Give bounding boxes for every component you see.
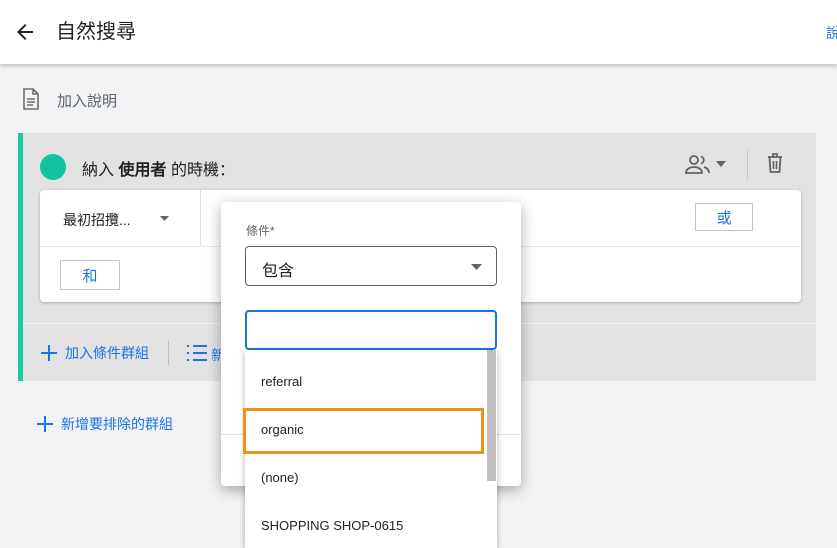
people-icon[interactable] <box>685 153 711 175</box>
header-divider <box>747 150 748 180</box>
chevron-down-icon <box>471 264 482 270</box>
dropdown-caret-icon[interactable] <box>160 216 169 221</box>
include-heading: 納入 使用者 的時機： <box>82 156 235 180</box>
help-link[interactable]: 說 <box>826 23 837 43</box>
document-icon <box>23 88 39 110</box>
page-title: 自然搜尋 <box>56 21 136 43</box>
option-shopping[interactable]: SHOPPING SHOP-0615 <box>245 501 485 548</box>
add-condition-group-button[interactable]: 加入條件群組 <box>40 343 149 363</box>
value-search-input[interactable] <box>245 310 497 350</box>
add-condition-group-label: 加入條件群組 <box>65 345 149 361</box>
dropdown-scrollbar[interactable] <box>487 350 496 481</box>
include-suffix: 的時機： <box>170 162 235 179</box>
delete-icon[interactable] <box>765 152 785 174</box>
back-arrow-icon[interactable] <box>13 20 37 44</box>
option-highlight-box <box>243 408 484 454</box>
option-referral[interactable]: referral <box>245 357 485 405</box>
chevron-down-icon[interactable] <box>715 160 727 168</box>
or-button[interactable]: 或 <box>695 203 753 231</box>
footer-divider <box>168 341 169 365</box>
plus-icon <box>41 345 57 361</box>
option-none[interactable]: (none) <box>245 453 485 501</box>
sequence-list-icon[interactable] <box>186 344 208 362</box>
add-exclude-group-button[interactable]: 新增要排除的群組 <box>36 414 173 434</box>
add-exclude-group-label: 新增要排除的群組 <box>61 416 173 432</box>
and-button[interactable]: 和 <box>60 260 120 290</box>
app-bar: 自然搜尋 說 <box>0 0 837 64</box>
plus-icon <box>37 416 53 432</box>
group-accent-bar <box>18 133 23 381</box>
group-indicator-dot <box>40 154 66 180</box>
include-subject: 使用者 <box>118 162 167 179</box>
add-description-link[interactable]: 加入說明 <box>57 90 117 111</box>
include-prefix: 納入 <box>82 162 115 179</box>
dimension-select[interactable]: 最初招攬... <box>63 210 131 230</box>
condition-label: 條件* <box>246 224 275 238</box>
card-divider <box>200 190 201 246</box>
condition-select[interactable]: 包含 <box>245 246 497 286</box>
condition-select-value: 包含 <box>262 263 295 280</box>
